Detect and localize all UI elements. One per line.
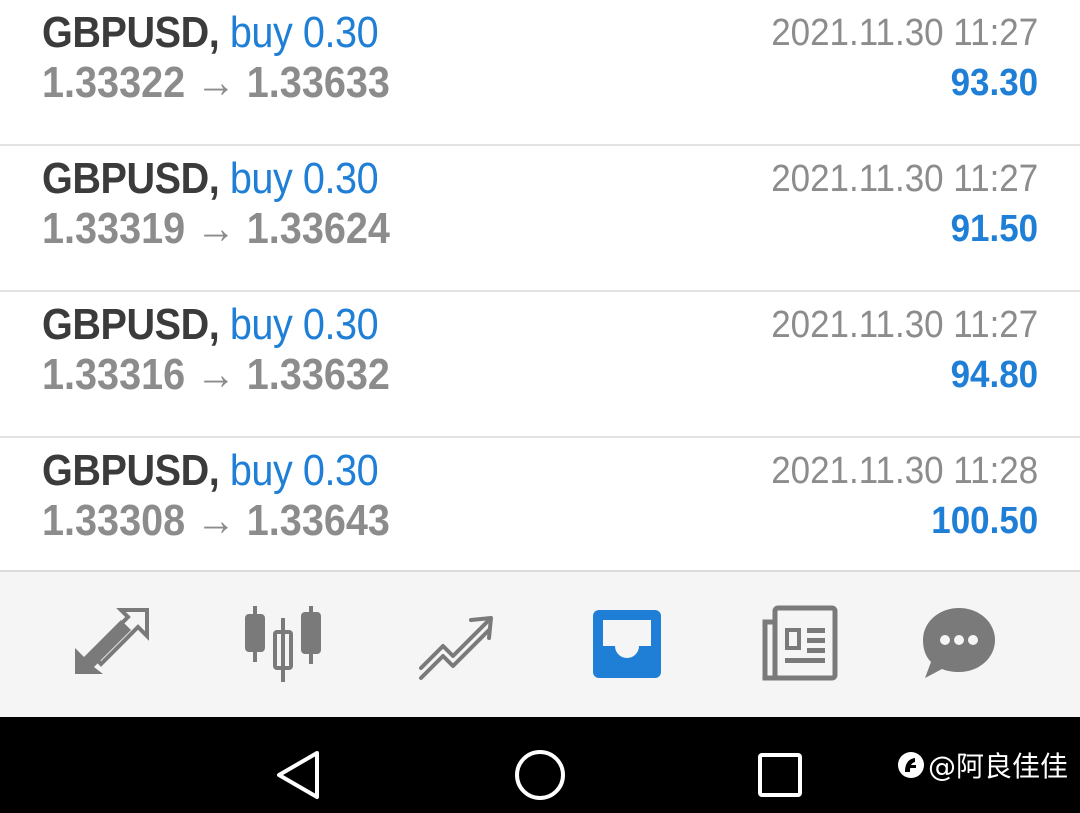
- price-arrow: →: [196, 204, 236, 253]
- trade-profit: 91.50: [950, 208, 1038, 250]
- trade-prices: 1.33316 → 1.33632: [42, 350, 390, 400]
- tab-history[interactable]: [582, 602, 672, 686]
- price-arrow: →: [196, 350, 236, 399]
- close-price: 1.33643: [246, 496, 390, 545]
- trade-history-list: GBPUSD, buy 0.30 1.33322 → 1.33633 2021.…: [0, 0, 1080, 572]
- open-price: 1.33322: [42, 58, 186, 107]
- tab-news[interactable]: [754, 602, 844, 686]
- nav-back-button[interactable]: [268, 745, 328, 805]
- system-navigation-bar: @阿良佳佳: [0, 717, 1080, 813]
- trade-type: buy 0.30: [229, 8, 379, 57]
- home-circle-icon: [515, 750, 565, 800]
- open-price: 1.33316: [42, 350, 186, 399]
- candlestick-chart-icon: [245, 606, 321, 682]
- trade-prices: 1.33322 → 1.33633: [42, 58, 390, 108]
- trade-title: GBPUSD, buy 0.30: [42, 8, 379, 58]
- trade-title: GBPUSD, buy 0.30: [42, 300, 379, 350]
- trade-title: GBPUSD, buy 0.30: [42, 446, 379, 496]
- trade-symbol: GBPUSD,: [42, 300, 220, 349]
- back-triangle-icon: [277, 751, 319, 799]
- trade-time: 2021.11.30 11:27: [771, 158, 1038, 200]
- trade-trend-icon: [419, 616, 493, 680]
- open-price: 1.33308: [42, 496, 186, 545]
- recents-square-icon: [758, 753, 802, 797]
- close-price: 1.33632: [246, 350, 390, 399]
- trade-time: 2021.11.30 11:28: [771, 450, 1038, 492]
- trade-profit: 93.30: [950, 62, 1038, 104]
- nav-recents-button[interactable]: [750, 745, 810, 805]
- quotes-arrows-icon: [75, 608, 149, 674]
- tab-quotes[interactable]: [66, 602, 156, 686]
- weibo-logo-icon: [897, 752, 924, 778]
- trade-type: buy 0.30: [229, 300, 379, 349]
- tab-chat[interactable]: [914, 602, 1004, 686]
- trade-prices: 1.33319 → 1.33624: [42, 204, 390, 254]
- price-arrow: →: [196, 58, 236, 107]
- trade-symbol: GBPUSD,: [42, 8, 220, 57]
- close-price: 1.33624: [246, 204, 390, 253]
- trade-profit: 100.50: [931, 500, 1038, 542]
- chat-bubble-icon: [923, 608, 995, 678]
- trade-time: 2021.11.30 11:27: [771, 304, 1038, 346]
- trade-time: 2021.11.30 11:27: [771, 12, 1038, 54]
- open-price: 1.33319: [42, 204, 186, 253]
- trade-row[interactable]: GBPUSD, buy 0.30 1.33308 → 1.33643 2021.…: [0, 438, 1080, 572]
- trade-type: buy 0.30: [229, 446, 379, 495]
- tab-trade[interactable]: [410, 602, 500, 686]
- trade-row[interactable]: GBPUSD, buy 0.30 1.33319 → 1.33624 2021.…: [0, 146, 1080, 292]
- nav-home-button[interactable]: [510, 745, 570, 805]
- price-arrow: →: [196, 496, 236, 545]
- watermark: @阿良佳佳: [896, 745, 1068, 785]
- close-price: 1.33633: [246, 58, 390, 107]
- tab-chart[interactable]: [238, 602, 328, 686]
- trade-row[interactable]: GBPUSD, buy 0.30 1.33316 → 1.33632 2021.…: [0, 292, 1080, 438]
- history-inbox-icon: [593, 610, 661, 678]
- trade-prices: 1.33308 → 1.33643: [42, 496, 390, 546]
- watermark-text: @阿良佳佳: [927, 750, 1068, 783]
- trade-symbol: GBPUSD,: [42, 446, 220, 495]
- trade-symbol: GBPUSD,: [42, 154, 220, 203]
- trade-type: buy 0.30: [229, 154, 379, 203]
- bottom-tab-bar: [0, 572, 1080, 717]
- news-icon: [762, 605, 838, 681]
- trade-title: GBPUSD, buy 0.30: [42, 154, 379, 204]
- trade-row[interactable]: GBPUSD, buy 0.30 1.33322 → 1.33633 2021.…: [0, 0, 1080, 146]
- trade-profit: 94.80: [950, 354, 1038, 396]
